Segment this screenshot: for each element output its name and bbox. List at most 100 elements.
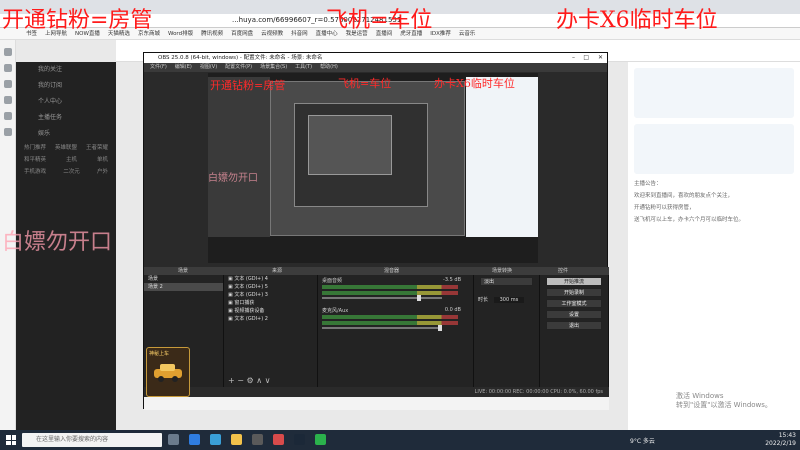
bookmark-item[interactable]: 云音乐 [459,28,476,39]
obs-menu-item[interactable]: 编辑(E) [175,63,192,72]
wechat-icon[interactable] [315,434,326,445]
announcement-text: 主播公告： [634,181,662,187]
scene-item[interactable]: 场景 [144,275,223,283]
minimize-icon[interactable]: – [572,53,575,63]
source-item[interactable]: ▣ 视频捕获设备 [224,307,317,315]
car-icon [154,364,182,382]
chat-icon[interactable] [3,96,12,104]
control-button[interactable]: 设置 [546,310,602,319]
taskbar-clock[interactable]: 15:43 2022/2/19 [765,432,796,448]
mixer-channel[interactable]: 桌面音频 -3.5 dB [322,277,469,305]
mixer-channel[interactable]: 麦克风/Aux 0.0 dB [322,307,469,335]
windows-taskbar: 在这里输入你要搜索的内容 9°C 多云 15:43 2022/2/19 [0,430,800,450]
site-category[interactable]: 王者荣耀 [86,142,108,154]
site-category[interactable]: 单机 [97,154,108,166]
site-nav-item[interactable]: 主播任务 [16,110,116,126]
media-icon[interactable] [273,434,284,445]
obs-bottom-area [144,397,609,410]
tools-icon[interactable] [3,80,12,88]
controls-dock[interactable]: 开始推流开始录制工作室模式设置退出 [540,275,609,387]
obs-menu-item[interactable]: 工具(T) [295,63,312,72]
overlay-fangguan: 开通钻粉=房管 [2,8,153,33]
transitions-dock[interactable]: 淡出 时长 300 ms [474,275,540,387]
obs-menu-bar: 文件(F) 编辑(E) 视图(V) 配置文件(P) 场景集合(S) 工具(T) 帮助(H) [144,63,607,72]
history-icon[interactable] [3,64,12,72]
bookmark-item[interactable]: 百度网盘 [231,28,253,39]
site-category[interactable]: 户外 [97,166,108,178]
site-nav-item[interactable]: 个人中心 [16,94,116,110]
task-view-icon[interactable] [168,434,179,445]
obs-menu-item[interactable]: 帮助(H) [320,63,338,72]
bookmark-item[interactable]: 抖音网 [291,28,308,39]
windows-start-icon[interactable] [6,435,16,445]
weather-widget[interactable]: 9°C 多云 [630,436,655,445]
control-button[interactable]: 开始推流 [546,277,602,286]
site-nav-item[interactable]: 娱乐 [16,126,116,142]
taskbar-search-input[interactable]: 在这里输入你要搜索的内容 [22,433,162,447]
explorer-icon[interactable] [231,434,242,445]
source-item[interactable]: ▣ 窗口捕获 [224,299,317,307]
source-item[interactable]: ▣ 文本 (GDI+) 2 [224,315,317,323]
scene-item[interactable]: 场景 2 [144,283,223,291]
site-nav-item[interactable]: 我的订阅 [16,78,116,94]
obs-preview[interactable]: 开通钻粉=房管 飞机=车位 办卡X6临时车位 白嫖勿开口 [208,73,538,263]
bookmark-item[interactable]: 云视频教 [261,28,283,39]
steam-icon[interactable] [294,434,305,445]
site-category[interactable]: 手机游戏 [24,166,46,178]
favorites-icon[interactable] [3,48,12,56]
source-item[interactable]: ▣ 文本 (GDI+) 4 [224,275,317,283]
promo-box [634,124,794,174]
control-button[interactable]: 工作室模式 [546,299,602,308]
close-icon[interactable]: ✕ [598,53,603,63]
site-nav-item[interactable]: 我的关注 [16,62,116,78]
transition-duration[interactable]: 时长 300 ms [474,296,539,304]
edge-icon[interactable] [189,434,200,445]
website-right-panel: 主播公告： 欢迎来到直播间，喜欢的朋友点个关注， 开通钻粉可以获得房管， 送飞机可以上… [628,62,800,430]
obs-icon[interactable] [252,434,263,445]
volume-fader-knob[interactable] [417,295,422,301]
sources-toolbar[interactable]: + − ⚙ ∧ ∨ [228,376,270,385]
site-category[interactable]: 热门推荐 [24,142,46,154]
control-button[interactable]: 开始录制 [546,288,602,297]
volume-fader[interactable] [322,295,442,301]
mixer-dock[interactable]: 桌面音频 -3.5 dB 麦克风/Aux 0.0 dB [318,275,474,387]
obs-menu-item[interactable]: 视图(V) [200,63,217,72]
announcement-text: 送飞机可以上车，办卡六个月可以临时车位。 [634,217,745,223]
shopping-icon[interactable] [3,128,12,136]
obs-menu-item[interactable]: 场景集合(S) [260,63,287,72]
obs-title-bar: OBS 25.0.8 (64-bit, windows) - 配置文件: 未命名… [144,53,607,63]
screen: ...huya.com/66996607_r=0.576002271248155… [0,0,800,450]
games-icon[interactable] [3,112,12,120]
site-category[interactable]: 二次元 [63,166,80,178]
gift-panel[interactable]: 神秘上车 [146,347,190,397]
source-item[interactable]: ▣ 文本 (GDI+) 5 [224,283,317,291]
site-category[interactable]: 英雄联盟 [55,142,77,154]
overlay-chewei: 飞机=车位 [326,8,433,33]
search-app-icon[interactable] [210,434,221,445]
site-category[interactable]: 主机 [66,154,77,166]
volume-fader[interactable] [322,325,442,331]
volume-meter [322,285,458,289]
preview-overlay-2: 飞机=车位 [338,77,392,90]
control-button[interactable]: 退出 [546,321,602,330]
obs-menu-item[interactable]: 配置文件(P) [225,63,252,72]
mixer-channel-db: -3.5 dB [443,277,461,283]
preview-overlay-3: 办卡X6临时车位 [434,77,515,90]
source-item[interactable]: ▣ 文本 (GDI+) 3 [224,291,317,299]
bookmark-item[interactable]: Word排版 [168,28,193,39]
preview-nav-capture [208,77,270,237]
site-category[interactable]: 和平精英 [24,154,46,166]
transition-select[interactable]: 淡出 [480,277,533,286]
volume-meter [322,291,458,295]
maximize-icon[interactable]: □ [583,53,589,63]
bookmark-item[interactable]: 腾讯视频 [201,28,223,39]
volume-fader-knob[interactable] [438,325,442,331]
site-category-row: 手机游戏 二次元 户外 [16,166,116,178]
sources-dock[interactable]: ▣ 文本 (GDI+) 4 ▣ 文本 (GDI+) 5 ▣ 文本 (GDI+) 3 ▣… [224,275,318,387]
bookmark-item[interactable]: IDX推荐 [430,28,451,39]
announcement-box [634,68,794,118]
obs-window[interactable]: OBS 25.0.8 (64-bit, windows) - 配置文件: 未命名… [143,52,609,410]
taskbar-apps [168,434,326,445]
preview-site-capture [466,77,538,237]
obs-menu-item[interactable]: 文件(F) [150,63,167,72]
